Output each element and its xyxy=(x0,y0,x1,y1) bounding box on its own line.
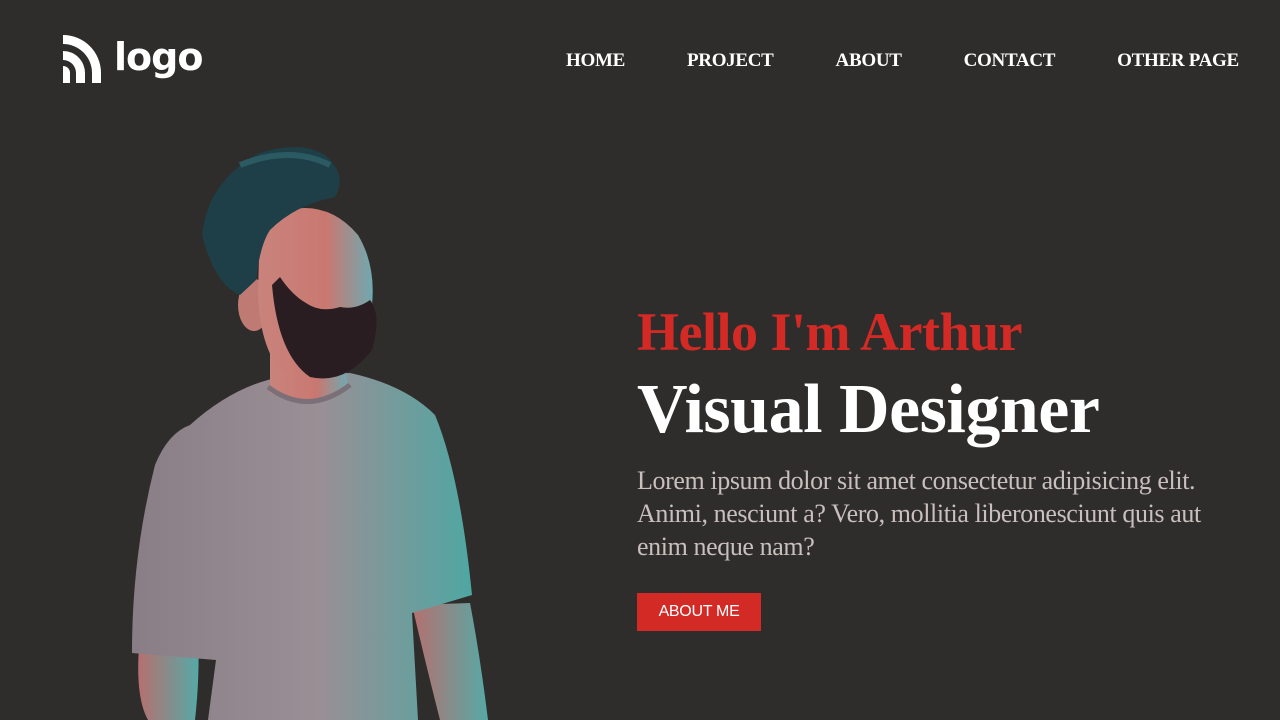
nav-contact[interactable]: CONTACT xyxy=(964,50,1056,72)
wifi-signal-icon xyxy=(63,35,101,83)
about-me-button[interactable]: ABOUT ME xyxy=(637,593,761,631)
nav-other-page[interactable]: OTHER PAGE xyxy=(1117,50,1239,72)
hero-section: Hello I'm Arthur Visual Designer Lorem i… xyxy=(637,300,1237,631)
nav-about[interactable]: ABOUT xyxy=(836,50,902,72)
logo[interactable]: logo xyxy=(60,32,203,86)
logo-text: logo xyxy=(114,35,203,79)
hero-greeting: Hello I'm Arthur xyxy=(637,302,1022,362)
hero-description: Lorem ipsum dolor sit amet consectetur a… xyxy=(637,466,1201,561)
hero-portrait-image xyxy=(132,146,488,720)
nav-project[interactable]: PROJECT xyxy=(687,50,774,72)
nav-home[interactable]: HOME xyxy=(566,50,625,72)
main-nav: HOME PROJECT ABOUT CONTACT OTHER PAGE xyxy=(566,50,1239,72)
hero-title: Visual Designer xyxy=(637,371,1100,448)
